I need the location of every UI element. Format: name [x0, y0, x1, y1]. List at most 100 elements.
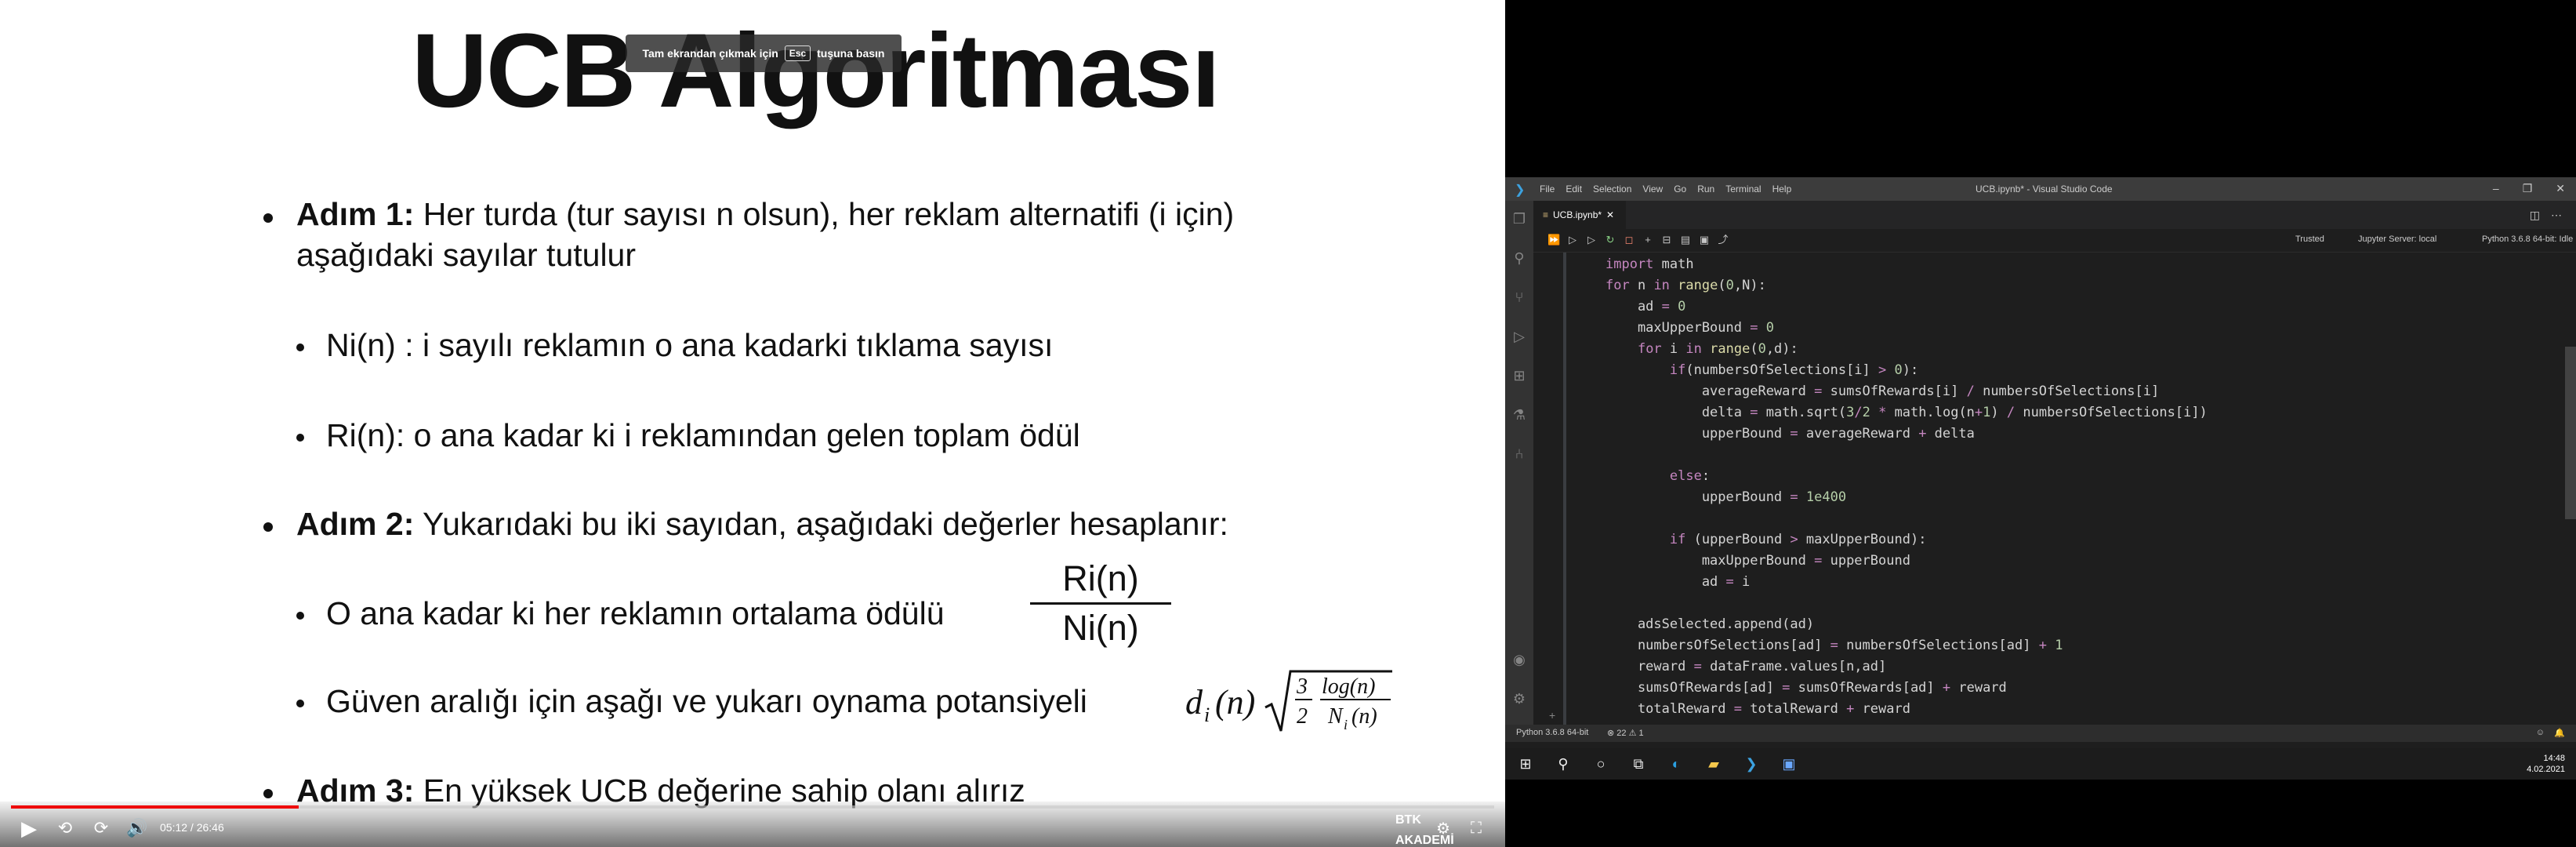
formula-two: 2 — [1297, 704, 1308, 729]
formula-N-sub: i — [1344, 717, 1348, 732]
bullet-step-1-line2: aşağıdaki sayılar tutulur — [296, 237, 637, 273]
bullet-dot — [296, 612, 304, 620]
menu-edit[interactable]: Edit — [1566, 184, 1582, 194]
sub-bullet-ni: Ni(n) : i sayılı reklamın o ana kadarki … — [326, 327, 1054, 363]
tab-close-icon[interactable]: ✕ — [1606, 209, 1614, 220]
notebook-icon: ≡ — [1543, 209, 1549, 220]
edge-browser-icon[interactable]: ◐ — [1667, 754, 1685, 773]
fullscreen-icon[interactable]: ⛶ — [1464, 816, 1488, 840]
fraction-denominator: Ni(n) — [1062, 608, 1139, 648]
menu-terminal[interactable]: Terminal — [1725, 184, 1761, 194]
testing-icon[interactable]: ⚗ — [1511, 406, 1528, 424]
clock-time: 14:48 — [2543, 754, 2565, 763]
formula-n: (n) — [1215, 683, 1255, 722]
bullet-dot — [296, 344, 304, 351]
status-problems[interactable]: ⊗ 22 ⚠ 1 — [1607, 728, 1644, 738]
window-title: UCB.ipynb* - Visual Studio Code — [1976, 184, 2113, 194]
status-python[interactable]: Python 3.6.8 64-bit — [1516, 728, 1588, 737]
vscode-logo-icon: ❯ — [1515, 184, 1526, 197]
cortana-icon[interactable]: ○ — [1591, 754, 1610, 773]
bullet-step-1: Adım 1: Her turda (tur sayısı n olsun), … — [296, 194, 1234, 234]
formula-log: log(n) — [1322, 674, 1375, 699]
windows-start-icon[interactable]: ⊞ — [1516, 754, 1535, 773]
progress-bar[interactable] — [11, 805, 1494, 809]
interrupt-kernel-icon[interactable]: ◻ — [1623, 234, 1635, 246]
add-cell-below-icon[interactable]: + — [1549, 709, 1555, 722]
fullscreen-exit-toast: Tam ekrandan çıkmak için Esc tuşuna bası… — [626, 35, 902, 72]
jupyter-server-status[interactable]: Jupyter Server: local — [2358, 234, 2436, 244]
minimize-icon[interactable]: – — [2493, 182, 2499, 195]
manage-gear-icon[interactable]: ⚙ — [1511, 690, 1528, 707]
extensions-icon[interactable]: ⊞ — [1511, 367, 1528, 384]
code-editor[interactable]: import math for n in range(0,N): ad = 0 … — [1533, 253, 2576, 725]
run-below-icon[interactable]: ▷ — [1585, 234, 1598, 246]
video-player[interactable]: UCB Algoritması Tam ekrandan çıkmak için… — [0, 0, 1505, 847]
explorer-icon[interactable]: ❐ — [1511, 210, 1528, 227]
editor-tabs: ≡ UCB.ipynb* ✕ ◫ ⋯ — [1533, 201, 2576, 229]
account-icon[interactable]: ◉ — [1511, 651, 1528, 668]
step-2-label: Adım 2: — [296, 506, 415, 542]
bullet-dot — [263, 213, 273, 223]
variables-icon[interactable]: ⊟ — [1660, 234, 1673, 246]
bullet-dot — [296, 434, 304, 442]
step-2-text: Yukarıdaki bu iki sayıdan, aşağıdaki değ… — [414, 506, 1228, 542]
notebook-toolbar: ⏩ ▷ ▷ ↻ ◻ + ⊟ ▤ ▣ ⤴ Trusted Jupyter Serv… — [1533, 229, 2576, 253]
vscode-window: ❯ File Edit Selection View Go Run Termin… — [1505, 177, 2576, 748]
fraction-line — [1030, 602, 1171, 605]
run-above-icon[interactable]: ▷ — [1566, 234, 1579, 246]
fraction-numerator: Ri(n) — [1062, 558, 1139, 598]
pull-requests-icon[interactable]: ⑃ — [1511, 445, 1528, 463]
kernel-status[interactable]: Python 3.6.8 64-bit: Idle — [2482, 234, 2573, 244]
trusted-status[interactable]: Trusted — [2295, 234, 2324, 244]
sub-bullet-ri: Ri(n): o ana kadar ki i reklamından gele… — [326, 417, 1080, 453]
task-view-icon[interactable]: ⧉ — [1629, 754, 1648, 773]
step-1-label: Adım 1: — [296, 196, 415, 232]
clear-outputs-icon[interactable]: ▤ — [1679, 234, 1692, 246]
progress-fill — [11, 805, 299, 809]
tab-label: UCB.ipynb* — [1553, 209, 1602, 220]
toast-text-after: tuşuna basın — [817, 47, 885, 60]
editor-scrollbar[interactable] — [2565, 347, 2576, 519]
save-icon[interactable]: ▣ — [1698, 234, 1711, 246]
menu-bar: File Edit Selection View Go Run Terminal… — [1540, 184, 1791, 194]
add-cell-icon[interactable]: + — [1642, 234, 1654, 246]
play-icon[interactable]: ▶ — [17, 816, 41, 840]
menu-selection[interactable]: Selection — [1593, 184, 1631, 194]
cell-selection-bar — [1563, 253, 1566, 725]
menu-help[interactable]: Help — [1772, 184, 1792, 194]
more-actions-icon[interactable]: ⋯ — [2551, 209, 2562, 222]
taskbar-search-icon[interactable]: ⚲ — [1554, 754, 1573, 773]
settings-gear-icon[interactable]: ⚙ — [1431, 816, 1455, 840]
tab-ucb-notebook[interactable]: ≡ UCB.ipynb* ✕ — [1533, 201, 1626, 229]
rewind-icon[interactable]: ⟲ — [53, 816, 77, 840]
notifications-bell-icon[interactable]: 🔔 — [2554, 728, 2565, 738]
sub-bullet-average: O ana kadar ki her reklamın ortalama ödü… — [326, 595, 945, 631]
run-debug-icon[interactable]: ▷ — [1511, 328, 1528, 345]
split-editor-icon[interactable]: ◫ — [2530, 209, 2540, 222]
formula-d-sub: i — [1204, 703, 1210, 726]
export-icon[interactable]: ⤴ — [1717, 234, 1729, 246]
forward-icon[interactable]: ⟳ — [89, 816, 113, 840]
confidence-formula: d i (n) 3 2 log(n) N i (n) — [1185, 670, 1392, 732]
close-icon[interactable]: ✕ — [2556, 182, 2565, 195]
meeting-app-icon[interactable]: ▣ — [1780, 754, 1798, 773]
run-all-icon[interactable]: ⏩ — [1547, 234, 1560, 246]
menu-file[interactable]: File — [1540, 184, 1555, 194]
title-bar: ❯ File Edit Selection View Go Run Termin… — [1505, 177, 2576, 201]
menu-view[interactable]: View — [1642, 184, 1663, 194]
menu-go[interactable]: Go — [1674, 184, 1686, 194]
menu-run[interactable]: Run — [1697, 184, 1714, 194]
volume-icon[interactable]: 🔊 — [125, 816, 149, 840]
vscode-taskbar-icon[interactable]: ❯ — [1742, 754, 1761, 773]
toast-text-before: Tam ekrandan çıkmak için — [642, 47, 778, 60]
search-icon[interactable]: ⚲ — [1511, 249, 1528, 267]
file-explorer-icon[interactable]: ▰ — [1704, 754, 1723, 773]
system-clock[interactable]: 14:48 4.02.2021 — [2527, 753, 2565, 775]
maximize-icon[interactable]: ❐ — [2523, 182, 2533, 195]
activity-bar: ❐ ⚲ ⑂ ▷ ⊞ ⚗ ⑃ ◉ ⚙ — [1505, 201, 1533, 725]
feedback-icon[interactable]: ☺ — [2536, 728, 2545, 737]
formula-d: d — [1185, 683, 1203, 722]
source-control-icon[interactable]: ⑂ — [1511, 289, 1528, 306]
restart-kernel-icon[interactable]: ↻ — [1604, 234, 1616, 246]
code-cell[interactable]: import math for n in range(0,N): ad = 0 … — [1605, 254, 2208, 720]
